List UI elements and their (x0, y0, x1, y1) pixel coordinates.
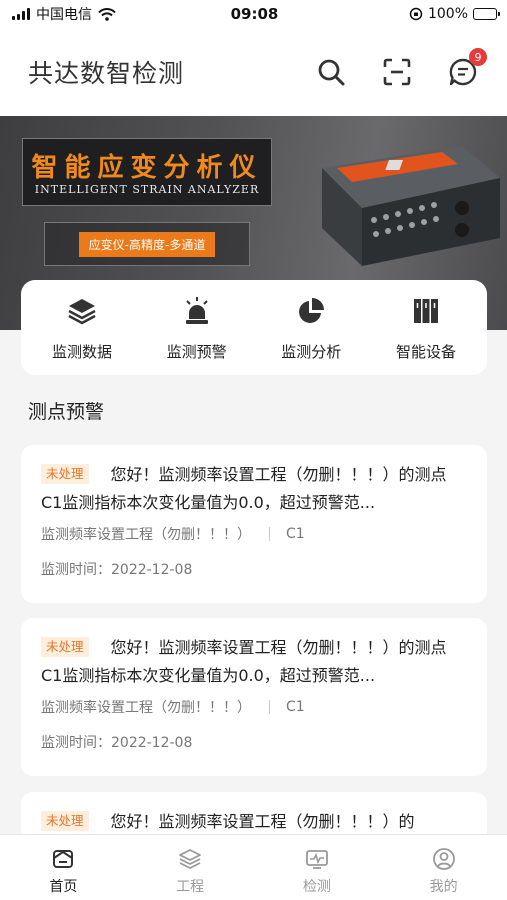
pie-chart-icon (299, 298, 325, 323)
quick-nav-monitoring-data[interactable]: 监测数据 (35, 294, 129, 375)
home-icon (53, 850, 74, 868)
battery-icon (473, 8, 500, 20)
tab-home[interactable]: 首页 (0, 835, 127, 900)
messages-button[interactable]: 9 (447, 48, 487, 88)
status-bar: 中国电信 09:08 100% (0, 0, 507, 28)
alert-message: 未处理 您好！监测频率设置工程（勿删！！！）的测点C1监测指标本次变化量值为0.0… (41, 461, 465, 517)
tab-label: 检测 (302, 879, 331, 895)
alert-card[interactable]: 未处理 您好！监测频率设置工程（勿删！！！）的测点C1监测指标本次变化量值为0.0… (21, 618, 487, 776)
banner-tag: 应变仪-高精度-多通道 (78, 231, 216, 257)
bottom-tab-bar: 首页 工程 检测 我的 (0, 834, 507, 900)
alert-project: 监测频率设置工程（勿删！！！） (41, 527, 251, 543)
quick-nav-monitoring-alert[interactable]: 监测预警 (150, 294, 244, 375)
scan-button[interactable] (381, 56, 413, 88)
scan-icon (383, 58, 411, 86)
meta-divider (269, 527, 270, 541)
alert-message-text: 您好！监测频率设置工程（勿删！！！）的测点C1监测指标本次变化量值为0.0，超过… (41, 465, 447, 512)
tab-label: 工程 (176, 879, 205, 895)
alert-project: 监测频率设置工程（勿删！！！） (41, 700, 251, 716)
alert-time: 监测时间：2022-12-08 (41, 735, 193, 751)
status-tag: 未处理 (41, 464, 89, 484)
alert-time: 监测时间：2022-12-08 (41, 562, 193, 578)
quick-nav-label: 智能设备 (395, 343, 456, 361)
quick-nav-monitoring-analysis[interactable]: 监测分析 (264, 294, 358, 375)
tab-projects[interactable]: 工程 (127, 835, 254, 900)
quick-nav-label: 监测分析 (281, 343, 342, 361)
app-header: 共达数智检测 9 (0, 28, 507, 116)
layers-icon (68, 299, 96, 325)
banner-title-box: 智能应变分析仪 INTELLIGENT STRAIN ANALYZER (22, 138, 272, 206)
alert-point: C1 (286, 699, 305, 715)
alert-message: 未处理 您好！监测频率设置工程（勿删！！！）的 (41, 808, 465, 836)
alert-meta: 监测频率设置工程（勿删！！！） C1 (41, 523, 465, 545)
strain-analyzer-device-image (322, 146, 500, 266)
alert-meta: 监测频率设置工程（勿删！！！） C1 (41, 696, 465, 718)
tab-label: 首页 (49, 879, 78, 895)
monitor-icon (305, 850, 328, 869)
banner-subtitle: INTELLIGENT STRAIN ANALYZER (34, 183, 260, 196)
quick-nav-smart-device[interactable]: 智能设备 (379, 294, 473, 375)
notification-badge: 9 (469, 48, 487, 66)
quick-nav-label: 监测预警 (166, 343, 227, 361)
alert-card[interactable]: 未处理 您好！监测频率设置工程（勿删！！！）的测点C1监测指标本次变化量值为0.0… (21, 445, 487, 603)
tab-profile[interactable]: 我的 (380, 835, 507, 900)
user-icon (432, 848, 455, 870)
carrier-name: 中国电信 (36, 7, 92, 23)
quick-nav-label: 监测数据 (51, 343, 112, 361)
tab-inspection[interactable]: 检测 (254, 835, 381, 900)
layers-icon (179, 849, 202, 870)
search-button[interactable] (315, 56, 347, 88)
wifi-icon (98, 7, 116, 21)
battery-percentage: 100% (427, 6, 468, 22)
alert-message-text: 您好！监测频率设置工程（勿删！！！）的测点C1监测指标本次变化量值为0.0，超过… (41, 638, 447, 685)
status-tag: 未处理 (41, 811, 89, 831)
banner-title: 智能应变分析仪 (31, 153, 263, 183)
section-title: 测点预警 (28, 401, 105, 423)
search-icon (318, 59, 345, 86)
status-tag: 未处理 (41, 637, 89, 657)
cell-signal-icon (12, 8, 30, 20)
alert-message: 未处理 您好！监测频率设置工程（勿删！！！）的测点C1监测指标本次变化量值为0.0… (41, 634, 465, 690)
banner-tag-box: 应变仪-高精度-多通道 (44, 222, 250, 266)
alert-message-text: 您好！监测频率设置工程（勿删！！！）的 (110, 812, 415, 831)
tab-label: 我的 (429, 879, 458, 895)
alarm-light-icon (185, 297, 208, 324)
orientation-lock-icon (409, 7, 423, 21)
alert-point: C1 (286, 526, 305, 542)
app-title: 共达数智检测 (28, 59, 185, 88)
status-time: 09:08 (230, 5, 279, 23)
meta-divider (269, 700, 270, 714)
quick-nav-card: 监测数据 监测预警 监测分析 智能设备 (21, 280, 487, 375)
device-cabinet-icon (413, 299, 438, 323)
